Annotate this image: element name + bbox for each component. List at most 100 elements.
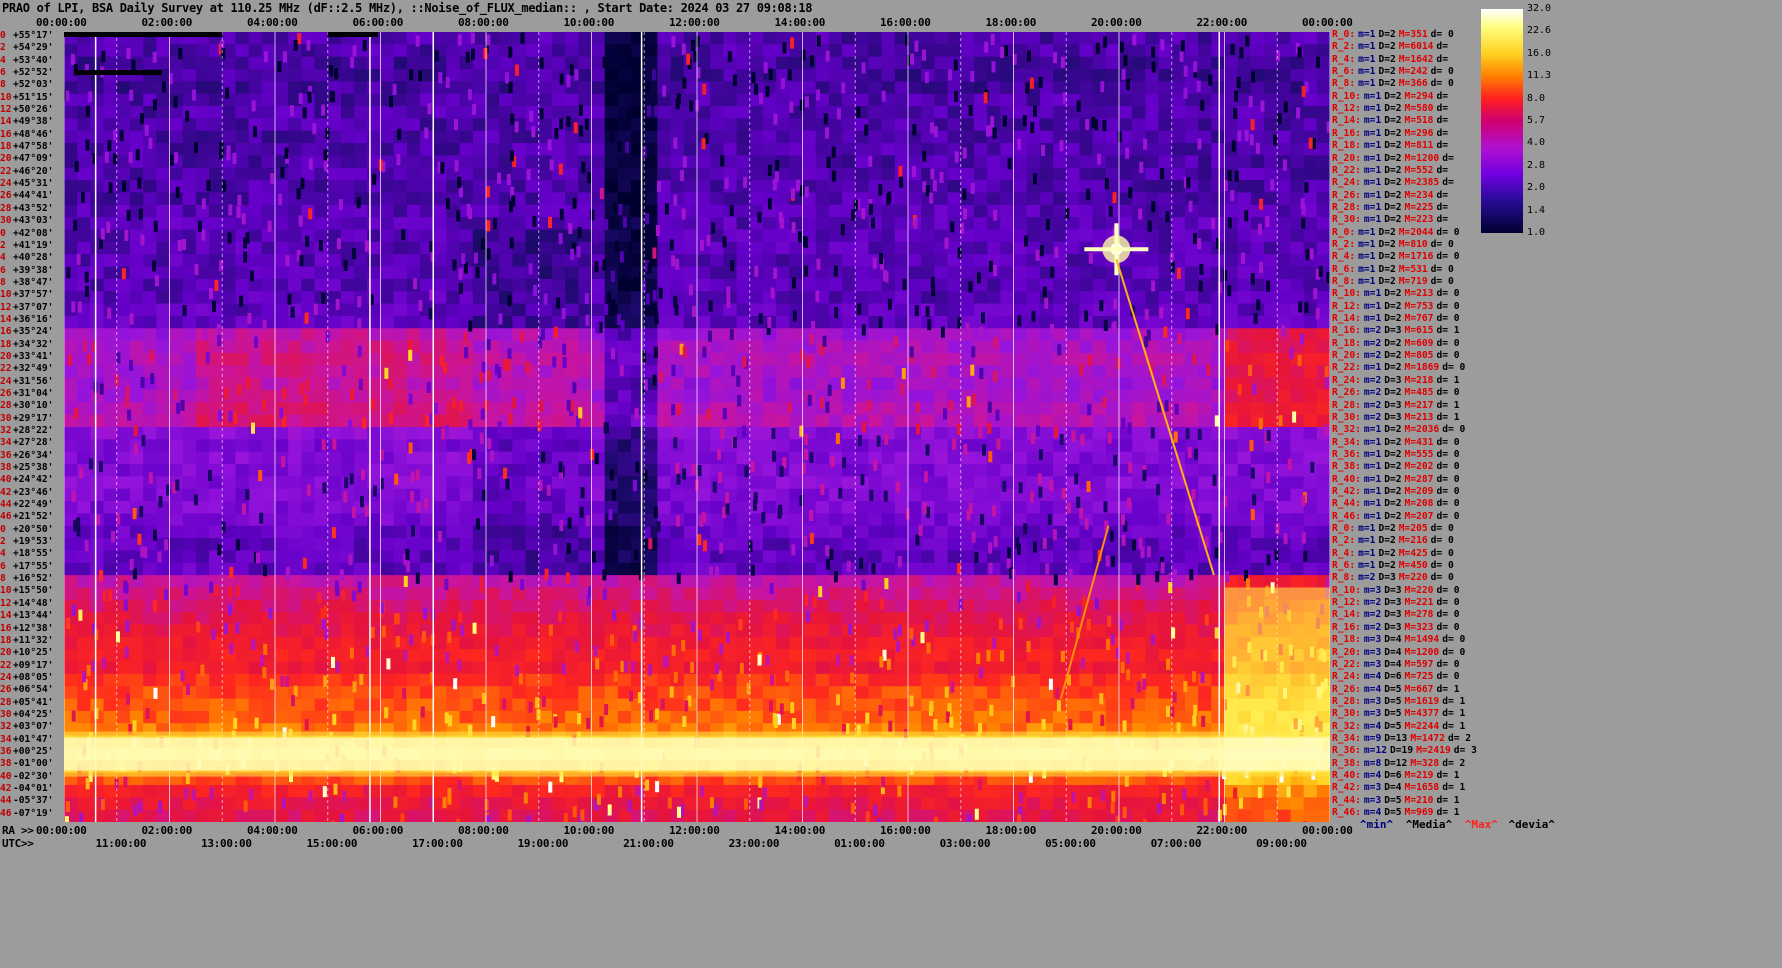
heatmap-cell (525, 377, 540, 391)
heatmap-cell (657, 488, 672, 502)
declination-value: +31°04' (13, 387, 54, 399)
heatmap-cell (433, 143, 448, 157)
heatmap-cell (815, 303, 830, 317)
heatmap-cell (604, 106, 619, 119)
heatmap-cell (1053, 513, 1067, 527)
heatmap-cell (617, 476, 632, 490)
heatmap-cell (683, 266, 698, 280)
heatmap-cell (1053, 612, 1067, 626)
heatmap-cell (1158, 266, 1173, 280)
heatmap-cell (143, 377, 157, 391)
heatmap-cell (1290, 427, 1305, 440)
heatmap-cell (1119, 538, 1133, 552)
heatmap-cell (802, 377, 817, 391)
heatmap-cell (1092, 488, 1107, 502)
heatmap-cell (670, 130, 685, 144)
heatmap-cell (525, 143, 540, 157)
declination-value: +48°46' (13, 128, 54, 140)
heatmap-cell (182, 352, 197, 366)
heatmap-cell (762, 624, 777, 638)
heatmap-cell (1053, 389, 1067, 403)
heatmap-cell (380, 575, 395, 589)
row-index: 28 (0, 400, 12, 412)
heatmap-cell (551, 624, 566, 638)
heatmap-cell (960, 488, 975, 502)
heatmap-cell (195, 427, 210, 440)
heatmap-cell (275, 180, 289, 194)
heatmap-cell (657, 451, 672, 465)
heatmap-cell (657, 636, 672, 650)
heatmap-cell (565, 352, 579, 366)
heatmap-cell (182, 464, 197, 477)
heatmap-cell (116, 118, 131, 132)
heatmap-cell (1132, 155, 1146, 169)
heatmap-cell (1198, 93, 1212, 107)
heatmap-cell (842, 143, 856, 157)
heatmap-cell (565, 488, 579, 502)
heatmap-cell (459, 217, 474, 231)
heatmap-cell (604, 69, 619, 82)
heatmap-cell (551, 192, 566, 206)
heatmap-cell (670, 118, 685, 132)
heatmap-cell (815, 217, 830, 231)
heatmap-cell (486, 624, 500, 638)
heatmap-cell (578, 44, 593, 58)
heatmap-cell (881, 587, 896, 601)
heatmap-cell (1264, 365, 1278, 379)
heatmap-cell (881, 315, 896, 329)
heatmap-cell (195, 488, 210, 502)
heatmap-cell (301, 155, 316, 169)
flux-heatmap[interactable] (64, 32, 1330, 822)
heatmap-cell (973, 118, 988, 132)
heatmap-cell (1316, 143, 1330, 157)
heatmap-cell (1316, 192, 1330, 206)
heatmap-cell (776, 439, 790, 453)
heatmap-cell (1250, 229, 1265, 243)
heatmap-cell (710, 180, 724, 194)
heatmap-cell (802, 340, 817, 354)
heatmap-cell (420, 143, 434, 157)
heatmap-cell (354, 56, 368, 70)
heatmap-cell (327, 340, 342, 354)
heatmap-cell (77, 167, 91, 181)
row-index: 42 (0, 782, 12, 794)
heatmap-cell (1303, 56, 1318, 70)
heatmap-cell (393, 488, 408, 502)
heatmap-cell (565, 377, 579, 391)
heatmap-cell (222, 118, 237, 132)
heatmap-cell (327, 550, 342, 564)
heatmap-cell (921, 389, 935, 403)
heatmap-cell (868, 118, 883, 132)
heatmap-cell (644, 389, 659, 403)
heatmap-cell (235, 402, 250, 416)
heatmap-cell (301, 414, 316, 428)
heatmap-cell (908, 241, 922, 255)
heatmap-cell (908, 476, 922, 490)
heatmap-cell (129, 636, 144, 650)
heatmap-cell (327, 167, 342, 181)
row-index: 32 (0, 721, 12, 733)
heatmap-cell (881, 352, 896, 366)
heatmap-cell (393, 155, 408, 169)
heatmap-cell (881, 464, 896, 477)
heatmap-cell (393, 192, 408, 206)
heatmap-cell (1066, 587, 1081, 601)
heatmap-cell (1224, 476, 1239, 490)
heatmap-cell (486, 93, 500, 107)
heatmap-cell (248, 587, 263, 601)
heatmap-cell (762, 525, 777, 539)
heatmap-cell (921, 217, 935, 231)
heatmap-cell (354, 389, 368, 403)
heatmap-cell (340, 315, 355, 329)
heatmap-cell (921, 254, 935, 268)
heatmap-cell (525, 402, 540, 416)
heatmap-cell (512, 217, 527, 231)
heatmap-cell (1145, 254, 1160, 268)
heatmap-cell (749, 241, 764, 255)
heatmap-cell (1290, 266, 1305, 280)
heatmap-cell (222, 167, 237, 181)
heatmap-cell (1184, 365, 1199, 379)
heatmap-cell (670, 56, 685, 70)
heatmap-cell (762, 365, 777, 379)
heatmap-cell (64, 254, 78, 268)
